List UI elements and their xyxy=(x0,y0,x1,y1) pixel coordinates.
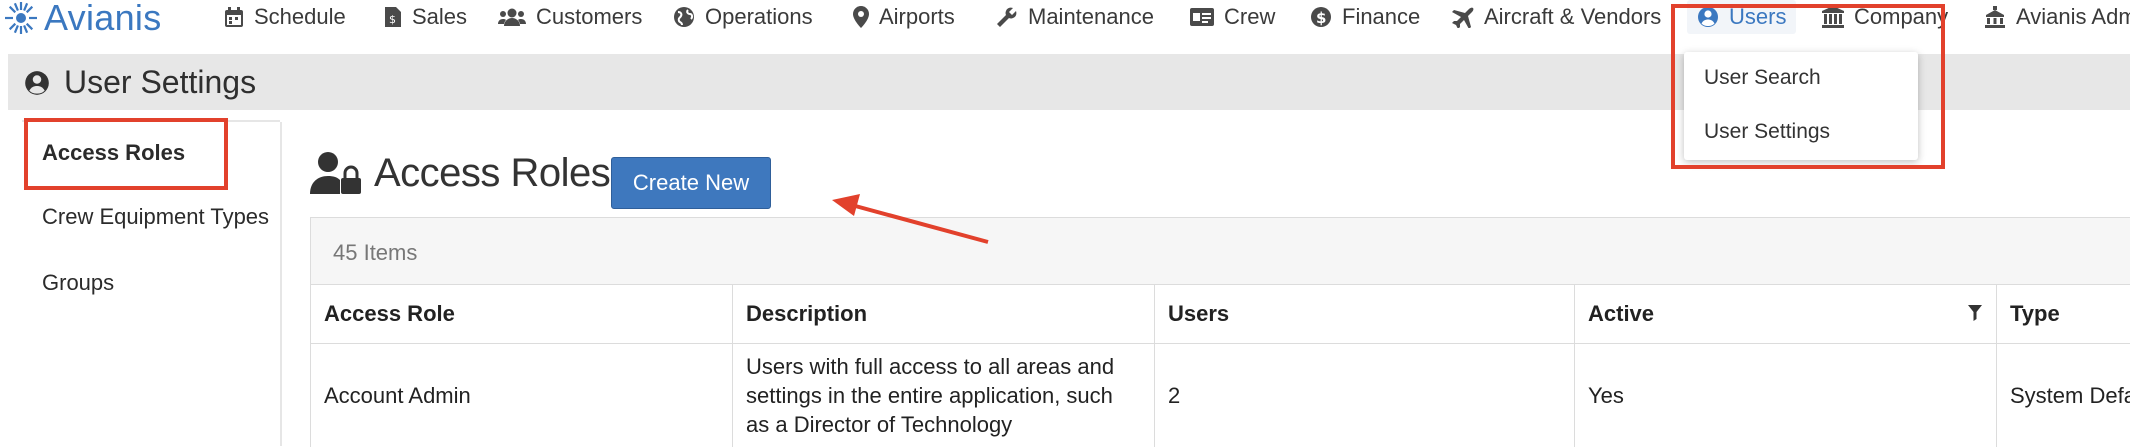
column-header-description[interactable]: Description xyxy=(733,285,1155,343)
nav-airports[interactable]: Airports xyxy=(853,0,955,34)
plane-icon xyxy=(1452,7,1474,28)
description-line: as a Director of Technology xyxy=(746,412,1013,437)
globe-icon xyxy=(674,7,694,27)
nav-sales[interactable]: $ Sales xyxy=(384,0,467,34)
nav-aircraft-vendors[interactable]: Aircraft & Vendors xyxy=(1450,0,1661,34)
section-title-text: Access Roles xyxy=(374,150,611,195)
wrench-icon xyxy=(997,7,1017,27)
access-roles-grid: 45 Items Access Role Description Users A… xyxy=(310,217,2130,447)
highlight-box-access-roles xyxy=(24,118,228,190)
nav-customers[interactable]: Customers xyxy=(498,0,642,34)
create-new-button[interactable]: Create New xyxy=(611,157,771,209)
cell-type: System Default xyxy=(2010,383,2130,408)
column-header-access-role[interactable]: Access Role xyxy=(311,285,733,343)
nav-finance[interactable]: $ Finance xyxy=(1310,0,1420,34)
filter-icon[interactable] xyxy=(1968,305,1982,321)
nav-operations[interactable]: Operations xyxy=(673,0,813,34)
cell-access-role: Account Admin xyxy=(311,344,733,447)
cell-description: Users with full access to all areas and … xyxy=(733,344,1155,447)
nav-label: Airports xyxy=(879,4,955,29)
grid-header-row: Access Role Description Users Active Typ… xyxy=(311,285,2130,344)
nav-label: Operations xyxy=(705,4,813,29)
nav-label: Crew xyxy=(1224,4,1276,29)
nav-label: Finance xyxy=(1342,4,1421,29)
table-row[interactable]: Account Admin Users with full access to … xyxy=(311,344,2130,447)
nav-maintenance[interactable]: Maintenance xyxy=(996,0,1154,34)
nav-label: Maintenance xyxy=(1028,4,1154,29)
users-group-icon xyxy=(498,8,526,26)
page-title-text: User Settings xyxy=(64,64,257,100)
nav-label: Schedule xyxy=(254,4,346,29)
column-header-users[interactable]: Users xyxy=(1155,285,1575,343)
description-line: Users with full access to all areas and xyxy=(746,354,1115,379)
nav-avianis-admin[interactable]: Avianis Admin xyxy=(1984,0,2130,34)
nav-label: Aircraft & Vendors xyxy=(1484,4,1662,29)
column-header-active-label: Active xyxy=(1588,301,1655,326)
cell-active: Yes xyxy=(1575,344,1997,447)
svg-text:$: $ xyxy=(389,13,396,26)
grid-item-count-bar: 45 Items xyxy=(311,218,2130,285)
brand-name: Avianis xyxy=(44,0,162,38)
sun-logo-icon xyxy=(5,2,37,34)
calendar-icon xyxy=(225,7,243,27)
annotation-arrow xyxy=(832,194,989,244)
sidebar-item-groups[interactable]: Groups xyxy=(42,270,114,296)
description-line: settings in the entire application, such xyxy=(746,383,1113,408)
column-header-type[interactable]: Type xyxy=(1997,285,2130,343)
map-pin-icon xyxy=(853,6,869,28)
sidebar-item-crew-equipment-types[interactable]: Crew Equipment Types xyxy=(42,204,269,230)
user-circle-icon xyxy=(25,70,49,95)
document-dollar-icon: $ xyxy=(385,7,401,27)
page-title: User Settings xyxy=(24,64,256,101)
dollar-circle-icon: $ xyxy=(1311,7,1331,27)
user-lock-icon xyxy=(310,152,361,194)
nav-label: Avianis Admin xyxy=(2016,4,2130,29)
landmark-icon xyxy=(1985,6,2005,28)
section-title: Access Roles xyxy=(310,150,611,196)
column-header-active[interactable]: Active xyxy=(1575,285,1997,343)
item-count: 45 Items xyxy=(333,240,418,265)
nav-label: Sales xyxy=(412,4,468,29)
nav-crew[interactable]: Crew xyxy=(1190,0,1275,34)
id-card-icon xyxy=(1190,8,1214,26)
nav-label: Customers xyxy=(536,4,643,29)
nav-schedule[interactable]: Schedule xyxy=(224,0,346,34)
cell-users: 2 xyxy=(1155,344,1575,447)
avianis-logo[interactable]: Avianis xyxy=(4,0,162,38)
highlight-box-users-menu xyxy=(1671,4,1945,169)
svg-text:$: $ xyxy=(1316,9,1326,27)
